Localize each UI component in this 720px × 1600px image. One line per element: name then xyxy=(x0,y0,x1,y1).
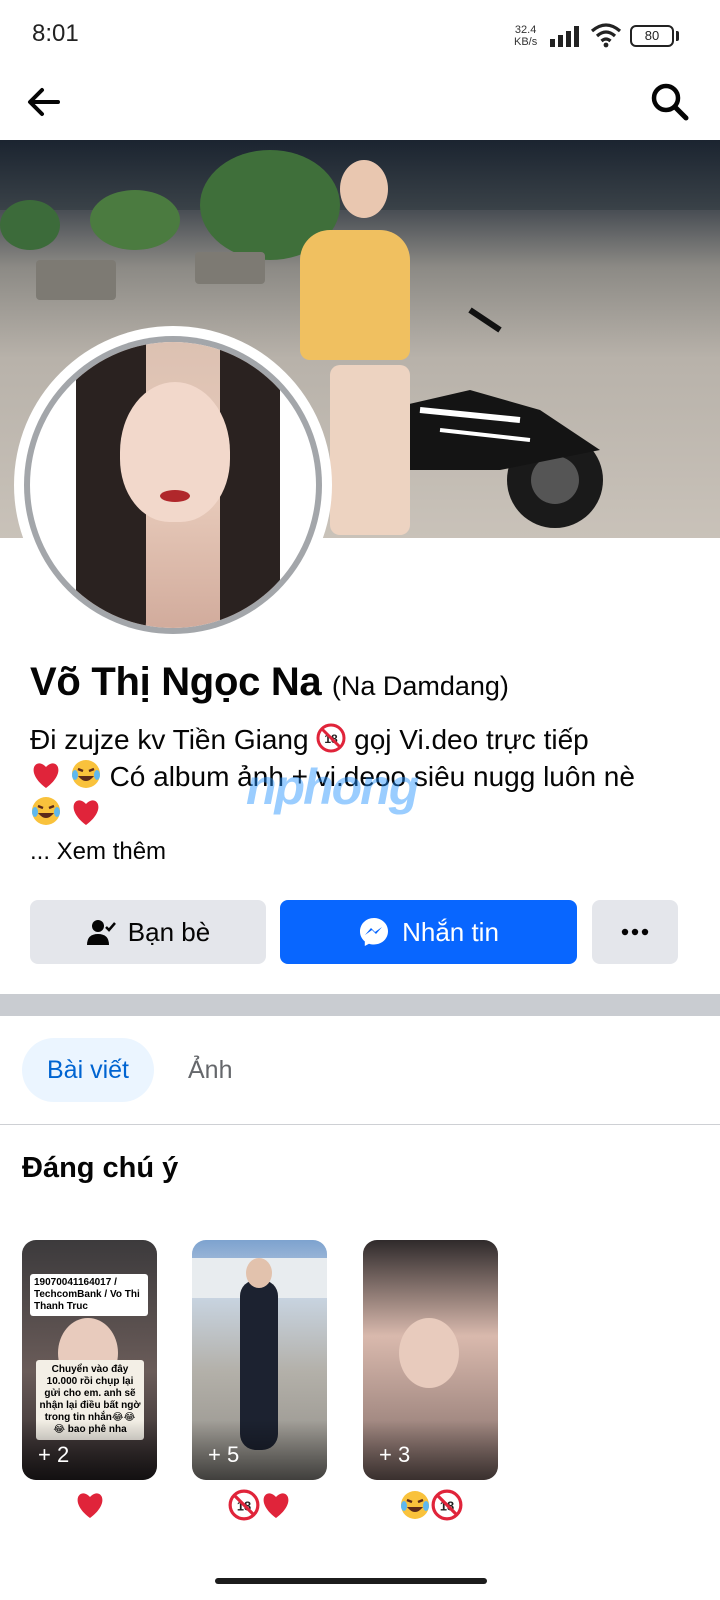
network-speed: 32.4 KB/s xyxy=(514,24,537,48)
avatar-lips xyxy=(160,490,190,502)
watermark: nphong xyxy=(246,759,419,815)
profile-name: Võ Thị Ngọc Na xyxy=(30,660,322,704)
featured-title: Đáng chú ý xyxy=(22,1152,179,1184)
avatar-hair xyxy=(220,342,280,628)
home-indicator[interactable] xyxy=(215,1578,487,1584)
messenger-icon xyxy=(360,918,389,946)
more-dots-icon xyxy=(621,928,649,936)
section-separator xyxy=(0,994,720,1016)
no-under-18-emoji-icon: 18 xyxy=(228,1489,259,1521)
signal-icon xyxy=(550,26,579,47)
heart-emoji-icon xyxy=(263,1493,288,1518)
status-time: 8:01 xyxy=(32,20,79,47)
heart-emoji-icon xyxy=(33,763,59,788)
cover-planter xyxy=(195,252,265,284)
more-options-button[interactable] xyxy=(592,900,678,964)
wifi-icon xyxy=(590,23,622,48)
featured-card[interactable]: + 5 xyxy=(192,1240,327,1480)
network-speed-value: 32.4 xyxy=(514,24,537,36)
friend-check-icon xyxy=(86,920,116,945)
search-icon[interactable] xyxy=(648,80,692,124)
laughing-emoji-icon xyxy=(32,797,60,825)
laughing-emoji-icon xyxy=(71,760,100,788)
card-count: + 2 xyxy=(38,1442,70,1467)
featured-card[interactable]: 19070041164017 / TechcomBank / Vo Thi Th… xyxy=(22,1240,157,1480)
featured-card-label xyxy=(22,1488,157,1522)
no-under-18-emoji-icon: 18 xyxy=(316,723,346,753)
heart-emoji-icon xyxy=(73,800,99,825)
cover-planter xyxy=(36,260,116,300)
card-photo-head xyxy=(246,1258,272,1288)
cover-person-head xyxy=(340,160,388,218)
profile-name-row: Võ Thị Ngọc Na (Na Damdang) xyxy=(30,660,700,705)
bio-line-1: Đi zujze kv Tiền Giang 18 gọj Vi.deo trự… xyxy=(30,722,700,758)
avatar-photo xyxy=(30,342,316,628)
friends-button[interactable]: Bạn bè xyxy=(30,900,266,964)
battery-icon: 80 xyxy=(630,25,674,47)
cover-person xyxy=(330,365,410,535)
battery-cap xyxy=(676,31,679,41)
friends-button-label: Bạn bè xyxy=(127,916,211,947)
profile-avatar[interactable] xyxy=(24,336,322,634)
see-more-link[interactable]: ... Xem thêm xyxy=(30,838,166,866)
cover-person-shirt xyxy=(300,230,410,360)
battery-level: 80 xyxy=(644,28,660,43)
card-note-top: 19070041164017 / TechcomBank / Vo Thi Th… xyxy=(30,1274,148,1316)
no-under-18-emoji-icon: 18 xyxy=(431,1489,462,1521)
tab-posts[interactable]: Bài viết xyxy=(22,1038,154,1102)
status-bar: 8:01 32.4 KB/s 80 xyxy=(0,0,720,72)
featured-card-label: 18 xyxy=(363,1488,498,1522)
profile-alternate-name: (Na Damdang) xyxy=(331,671,509,701)
profile-page: 8:01 32.4 KB/s 80 Võ Thị Ngọc Na (Na Dam… xyxy=(0,0,720,1600)
network-speed-unit: KB/s xyxy=(514,36,538,48)
message-button-label: Nhắn tin xyxy=(402,916,499,947)
card-count: + 3 xyxy=(379,1442,411,1467)
cover-tree xyxy=(90,190,180,250)
cover-tree xyxy=(0,200,60,250)
featured-card-label: 18 xyxy=(192,1488,327,1522)
card-count: + 5 xyxy=(208,1442,240,1467)
message-button[interactable]: Nhắn tin xyxy=(280,900,577,964)
tabs-divider xyxy=(0,1124,720,1125)
tab-photos[interactable]: Ảnh xyxy=(188,1038,232,1102)
card-photo-face xyxy=(399,1318,459,1388)
back-arrow-icon[interactable] xyxy=(22,80,66,124)
heart-emoji-icon xyxy=(77,1493,102,1518)
featured-card[interactable]: + 3 xyxy=(363,1240,498,1480)
laughing-emoji-icon xyxy=(400,1491,429,1519)
bio-text: gọj Vi.deo trực tiếp xyxy=(354,724,589,755)
bio-text: Đi zujze kv Tiền Giang xyxy=(30,724,309,755)
